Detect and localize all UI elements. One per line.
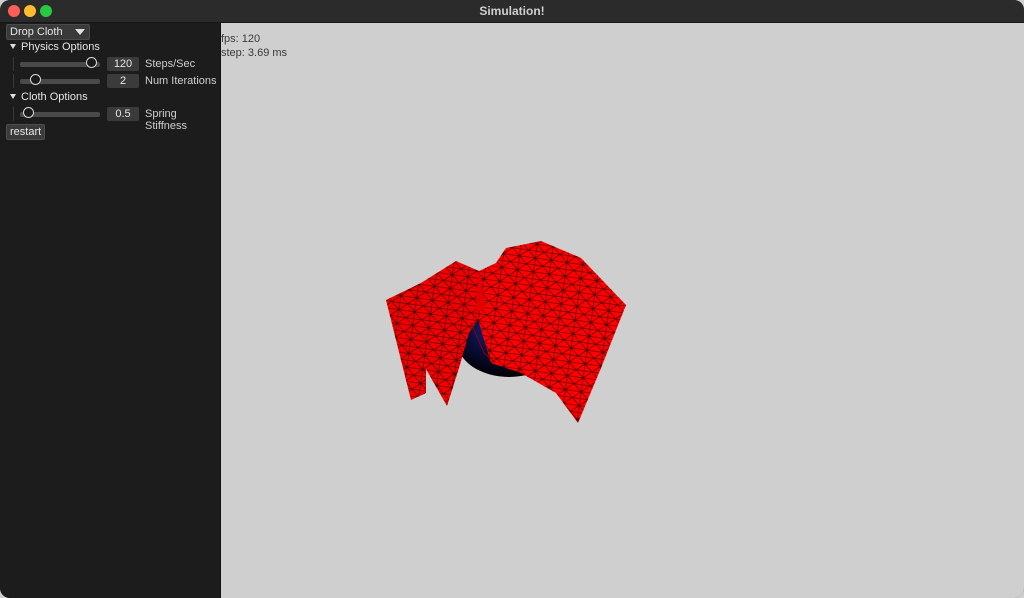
steps-per-sec-label: Steps/Sec	[145, 58, 196, 70]
tree-guide	[13, 74, 14, 88]
tree-guide	[13, 57, 14, 71]
steps-per-sec-value[interactable]: 120	[107, 57, 139, 71]
cloth-options-label: Cloth Options	[21, 91, 88, 103]
app-window: Simulation! Drop Cloth Physics Options 1…	[0, 0, 1024, 598]
collapse-triangle-icon	[10, 94, 16, 99]
cloth-options-header[interactable]: Cloth Options	[10, 91, 88, 103]
spring-stiffness-row: 0.5 Spring Stiffness	[0, 107, 220, 132]
collapse-triangle-icon	[10, 44, 16, 49]
scene-select-value: Drop Cloth	[10, 26, 63, 38]
physics-options-header[interactable]: Physics Options	[10, 41, 100, 53]
spring-stiffness-value[interactable]: 0.5	[107, 107, 139, 121]
simulation-viewport[interactable]: fps: 120 step: 3.69 ms	[221, 23, 1024, 598]
scene-select[interactable]: Drop Cloth	[6, 24, 90, 40]
controls-panel: Drop Cloth Physics Options 120 Steps/Sec…	[0, 23, 221, 598]
cloth-mesh-right	[476, 241, 626, 423]
physics-options-label: Physics Options	[21, 41, 100, 53]
restart-button[interactable]: restart	[6, 124, 46, 140]
spring-stiffness-label: Spring Stiffness	[145, 108, 187, 132]
chevron-down-icon	[75, 29, 85, 35]
num-iterations-value[interactable]: 2	[107, 74, 139, 88]
num-iterations-label: Num Iterations	[145, 75, 217, 87]
steps-per-sec-row: 120 Steps/Sec	[0, 57, 220, 71]
cloth-scene	[386, 241, 626, 423]
window-title: Simulation!	[479, 4, 545, 18]
steps-per-sec-slider-handle[interactable]	[85, 57, 97, 68]
num-iterations-row: 2 Num Iterations	[0, 74, 220, 88]
tree-guide	[13, 107, 14, 121]
title-bar: Simulation!	[0, 0, 1024, 23]
